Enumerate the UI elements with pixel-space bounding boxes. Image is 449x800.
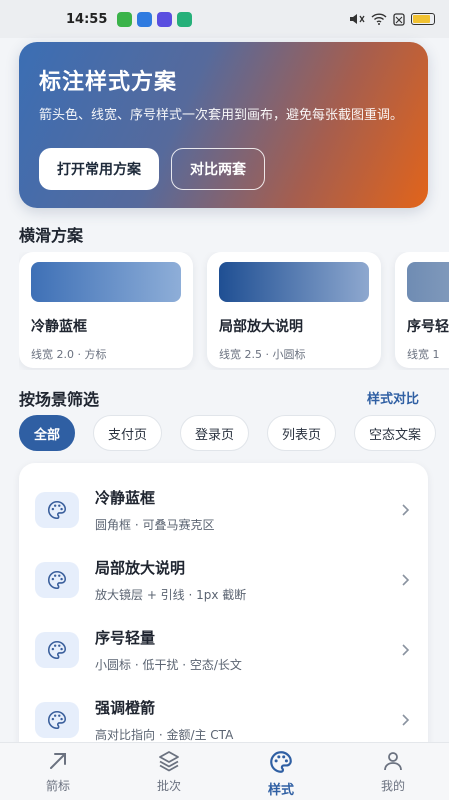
- app-icon-blue: [137, 11, 153, 27]
- nav-arrow[interactable]: 箭标: [23, 749, 93, 799]
- list-item-title: 冷静蓝框: [95, 489, 156, 507]
- palette-icon: [35, 702, 79, 738]
- user-icon: [384, 752, 402, 771]
- battery-icon: [411, 13, 435, 25]
- list-item-subtitle: 高对比指向 · 金额/主 CTA: [95, 728, 234, 742]
- list-item-title: 局部放大说明: [95, 559, 186, 577]
- scheme-carousel[interactable]: 冷静蓝框 线宽 2.0 · 方标 局部放大说明 线宽 2.5 · 小圆标 序号轻…: [19, 252, 449, 370]
- chip-list[interactable]: 列表页: [267, 415, 337, 451]
- list-item-subtitle: 小圆标 · 低干扰 · 空态/长文: [95, 658, 242, 672]
- scheme-card-title: 局部放大说明: [219, 319, 303, 335]
- style-scheme-page: 14:55 标注样式方案 箭头色、线宽、序号样式一次套用到画布，避免每张截图重调…: [0, 0, 449, 800]
- app-icon-teal: [177, 11, 193, 27]
- scheme-card[interactable]: 序号轻 线宽 1: [395, 252, 449, 368]
- status-indicators: [349, 12, 435, 26]
- list-item[interactable]: 序号轻量 小圆标 · 低干扰 · 空态/长文: [19, 615, 428, 685]
- scene-filter-chips: 全部 支付页 登录页 列表页 空态文案: [19, 415, 449, 453]
- chevron-right-icon: [402, 714, 410, 726]
- status-time: 14:55: [66, 11, 108, 27]
- hero-title: 标注样式方案: [39, 70, 178, 95]
- hero-description: 箭头色、线宽、序号样式一次套用到画布，避免每张截图重调。: [39, 108, 404, 123]
- nav-label: 批次: [156, 779, 181, 793]
- wifi-icon: [371, 13, 387, 25]
- app-icon-green: [117, 11, 133, 27]
- section-title-scroll-schemes: 横滑方案: [19, 226, 84, 245]
- hero-actions: 打开常用方案 对比两套: [39, 148, 265, 190]
- arrow-icon: [50, 753, 66, 769]
- sim-off-icon: [393, 12, 405, 26]
- chip-payment[interactable]: 支付页: [93, 415, 163, 451]
- chevron-right-icon: [402, 504, 410, 516]
- palette-icon: [35, 632, 79, 668]
- scheme-card-subtitle: 线宽 2.0 · 方标: [31, 348, 107, 361]
- scheme-card-title: 冷静蓝框: [31, 319, 87, 335]
- palette-icon: [35, 562, 79, 598]
- list-item[interactable]: 冷静蓝框 圆角框 · 可叠马赛克区: [19, 475, 428, 545]
- nav-label: 箭标: [45, 779, 70, 793]
- list-item[interactable]: 局部放大说明 放大镜层 + 引线 · 1px 截断: [19, 545, 428, 615]
- chip-all[interactable]: 全部: [19, 415, 76, 451]
- mute-icon: [350, 14, 365, 24]
- list-item-title: 强调橙箭: [95, 699, 156, 717]
- nav-batch[interactable]: 批次: [134, 749, 204, 799]
- palette-icon: [270, 751, 292, 773]
- scheme-swatch: [31, 262, 181, 302]
- hero-banner: 标注样式方案 箭头色、线宽、序号样式一次套用到画布，避免每张截图重调。 打开常用…: [19, 42, 428, 208]
- section-title-filter: 按场景筛选: [19, 390, 100, 409]
- style-compare-link[interactable]: 样式对比: [367, 388, 419, 407]
- list-item-subtitle: 圆角框 · 可叠马赛克区: [95, 518, 215, 532]
- chevron-right-icon: [402, 644, 410, 656]
- scheme-swatch: [219, 262, 369, 302]
- palette-icon: [35, 492, 79, 528]
- compare-two-button[interactable]: 对比两套: [171, 148, 265, 190]
- battery-level: [413, 15, 430, 23]
- scheme-card[interactable]: 冷静蓝框 线宽 2.0 · 方标: [19, 252, 193, 368]
- nav-label: 我的: [380, 779, 405, 793]
- layers-icon: [159, 751, 179, 772]
- scheme-card-subtitle: 线宽 2.5 · 小圆标: [219, 348, 306, 361]
- status-bar: 14:55: [0, 0, 449, 38]
- chevron-right-icon: [402, 574, 410, 586]
- nav-style[interactable]: 样式: [246, 749, 316, 799]
- bottom-nav: 箭标 批次 样式 我的: [0, 742, 449, 800]
- scheme-card-subtitle: 线宽 1: [407, 348, 440, 361]
- scheme-swatch: [407, 262, 449, 302]
- scheme-card[interactable]: 局部放大说明 线宽 2.5 · 小圆标: [207, 252, 381, 368]
- scheme-card-title: 序号轻: [407, 319, 449, 335]
- app-icon-purple: [157, 11, 173, 27]
- nav-profile[interactable]: 我的: [358, 749, 428, 799]
- chip-empty-state[interactable]: 空态文案: [354, 415, 437, 451]
- list-item-title: 序号轻量: [95, 629, 156, 647]
- open-common-scheme-button[interactable]: 打开常用方案: [39, 148, 159, 190]
- chip-login[interactable]: 登录页: [180, 415, 250, 451]
- style-list: 冷静蓝框 圆角框 · 可叠马赛克区 局部放大说明 放大镜层 + 引线 · 1px…: [19, 463, 428, 763]
- list-item-subtitle: 放大镜层 + 引线 · 1px 截断: [95, 588, 247, 602]
- nav-label: 样式: [267, 783, 294, 798]
